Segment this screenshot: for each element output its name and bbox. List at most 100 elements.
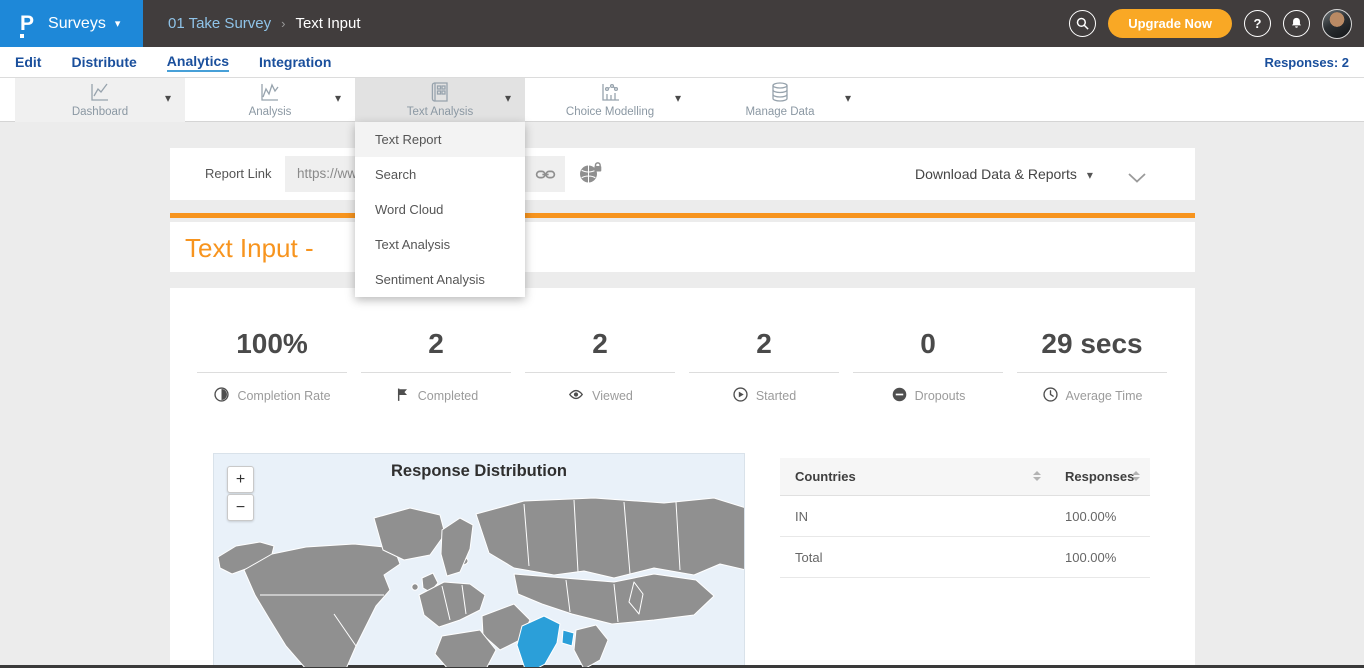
country-cell: Total: [795, 537, 822, 578]
stat-value: 2: [682, 328, 846, 360]
menu-item-search[interactable]: Search: [355, 157, 525, 192]
caret-down-icon: ▾: [1087, 168, 1093, 182]
stat-dropouts: 0 Dropouts: [846, 328, 1010, 406]
tab-label: Text Analysis: [355, 106, 525, 118]
caret-down-icon[interactable]: ▾: [335, 91, 341, 105]
stat-average-time: 29 secs Average Time: [1010, 328, 1174, 406]
surveys-product-menu[interactable]: P Surveys ▾: [0, 0, 143, 47]
tab-choice-modelling[interactable]: Choice Modelling ▾: [525, 78, 695, 122]
stat-value: 29 secs: [1010, 328, 1174, 360]
tab-label: Analysis: [185, 106, 355, 118]
questionpro-logo-icon: P: [20, 13, 34, 34]
stats-row: 100% Completion Rate 2 Completed 2 Viewe…: [190, 328, 1174, 406]
user-avatar[interactable]: [1322, 9, 1352, 39]
tab-text-analysis[interactable]: Text Analysis ▾: [355, 78, 525, 122]
menu-item-text-analysis[interactable]: Text Analysis: [355, 227, 525, 262]
caret-down-icon[interactable]: ▾: [165, 91, 171, 105]
database-icon: [768, 80, 792, 109]
search-button[interactable]: [1069, 10, 1096, 37]
analysis-chart-icon: [258, 80, 282, 109]
dashboard-chart-icon: [88, 80, 112, 109]
accent-divider: [170, 213, 1195, 218]
stat-label: Completion Rate: [237, 389, 330, 403]
stat-label: Viewed: [592, 389, 633, 403]
world-map[interactable]: [214, 454, 745, 668]
column-header-countries[interactable]: Countries: [795, 458, 856, 496]
tab-dashboard[interactable]: Dashboard ▾: [15, 78, 185, 122]
stat-value: 100%: [190, 328, 354, 360]
search-icon: [1075, 16, 1090, 31]
tab-label: Dashboard: [15, 106, 185, 118]
app-name: Surveys: [48, 15, 106, 33]
responses-count: Responses: 2: [1264, 55, 1349, 70]
stat-label: Started: [756, 389, 796, 403]
analytics-summary-card: 100% Completion Rate 2 Completed 2 Viewe…: [170, 288, 1195, 668]
tab-analysis[interactable]: Analysis ▾: [185, 78, 355, 122]
help-button[interactable]: ?: [1244, 10, 1271, 37]
bell-icon: [1289, 16, 1304, 31]
analytics-toolbar: Dashboard ▾ Analysis ▾ Text Analysis ▾ C…: [0, 78, 1364, 122]
divider: [197, 372, 347, 373]
caret-down-icon[interactable]: ▾: [505, 91, 511, 105]
caret-down-icon[interactable]: ▾: [675, 91, 681, 105]
divider: [853, 372, 1003, 373]
notifications-button[interactable]: [1283, 10, 1310, 37]
divider: [1017, 372, 1167, 373]
globe-lock-icon[interactable]: [578, 161, 604, 190]
stat-started: 2 Started: [682, 328, 846, 406]
sort-icon[interactable]: [1132, 471, 1140, 481]
menu-item-word-cloud[interactable]: Word Cloud: [355, 192, 525, 227]
responses-cell: 100.00%: [1065, 537, 1116, 578]
stat-value: 2: [518, 328, 682, 360]
stat-label: Completed: [418, 389, 478, 403]
play-icon: [732, 386, 749, 406]
stat-label: Dropouts: [915, 389, 966, 403]
report-link-card: Report Link https://ww Download Data & R…: [170, 148, 1195, 200]
nav-item-analytics[interactable]: Analytics: [167, 53, 229, 72]
minus-circle-icon: [891, 386, 908, 406]
nav-item-integration[interactable]: Integration: [259, 54, 331, 70]
download-data-reports-menu[interactable]: Download Data & Reports▾: [915, 148, 1093, 200]
tab-label: Manage Data: [695, 106, 865, 118]
nav-item-edit[interactable]: Edit: [15, 54, 41, 70]
divider: [361, 372, 511, 373]
completion-rate-icon: [213, 386, 230, 406]
report-url-value: https://ww: [297, 156, 357, 192]
question-title-card: Text Input -: [170, 222, 1195, 272]
survey-nav: Edit Distribute Analytics Integration Re…: [0, 47, 1364, 78]
tab-label: Choice Modelling: [525, 106, 695, 118]
menu-item-sentiment-analysis[interactable]: Sentiment Analysis: [355, 262, 525, 297]
response-distribution-map[interactable]: Response Distribution + −: [213, 453, 745, 668]
caret-down-icon: ▾: [115, 17, 121, 30]
divider: [689, 372, 839, 373]
nav-item-distribute[interactable]: Distribute: [71, 54, 136, 70]
map-zoom-in-button[interactable]: +: [227, 466, 254, 493]
top-header: P Surveys ▾ 01 Take Survey › Text Input …: [0, 0, 1364, 47]
countries-table-header: Countries Responses: [780, 458, 1150, 496]
column-header-responses[interactable]: Responses: [1065, 458, 1134, 496]
map-zoom-out-button[interactable]: −: [227, 494, 254, 521]
map-title: Response Distribution: [214, 462, 744, 481]
stat-value: 2: [354, 328, 518, 360]
caret-down-icon[interactable]: ▾: [845, 91, 851, 105]
sort-icon[interactable]: [1033, 471, 1041, 481]
table-row-total: Total 100.00%: [780, 537, 1150, 578]
tab-manage-data[interactable]: Manage Data ▾: [695, 78, 865, 122]
eye-icon: [567, 386, 585, 406]
header-actions: Upgrade Now ?: [1069, 0, 1352, 47]
table-row: IN 100.00%: [780, 496, 1150, 537]
text-report-icon: [428, 80, 452, 109]
upgrade-now-button[interactable]: Upgrade Now: [1108, 9, 1232, 38]
collapse-section-chevron-icon[interactable]: [1128, 170, 1146, 188]
breadcrumb-survey-name[interactable]: 01 Take Survey: [168, 15, 271, 32]
stat-value: 0: [846, 328, 1010, 360]
page-title: Text Input -: [185, 222, 321, 272]
breadcrumb-current-page: Text Input: [295, 15, 360, 32]
stat-label: Average Time: [1066, 389, 1143, 403]
menu-item-text-report[interactable]: Text Report: [355, 122, 525, 157]
app-screen: P Surveys ▾ 01 Take Survey › Text Input …: [0, 0, 1364, 668]
countries-table: Countries Responses IN 100.00% Total 100…: [780, 458, 1150, 578]
link-icon[interactable]: [534, 163, 557, 191]
stat-completion-rate: 100% Completion Rate: [190, 328, 354, 406]
divider: [525, 372, 675, 373]
